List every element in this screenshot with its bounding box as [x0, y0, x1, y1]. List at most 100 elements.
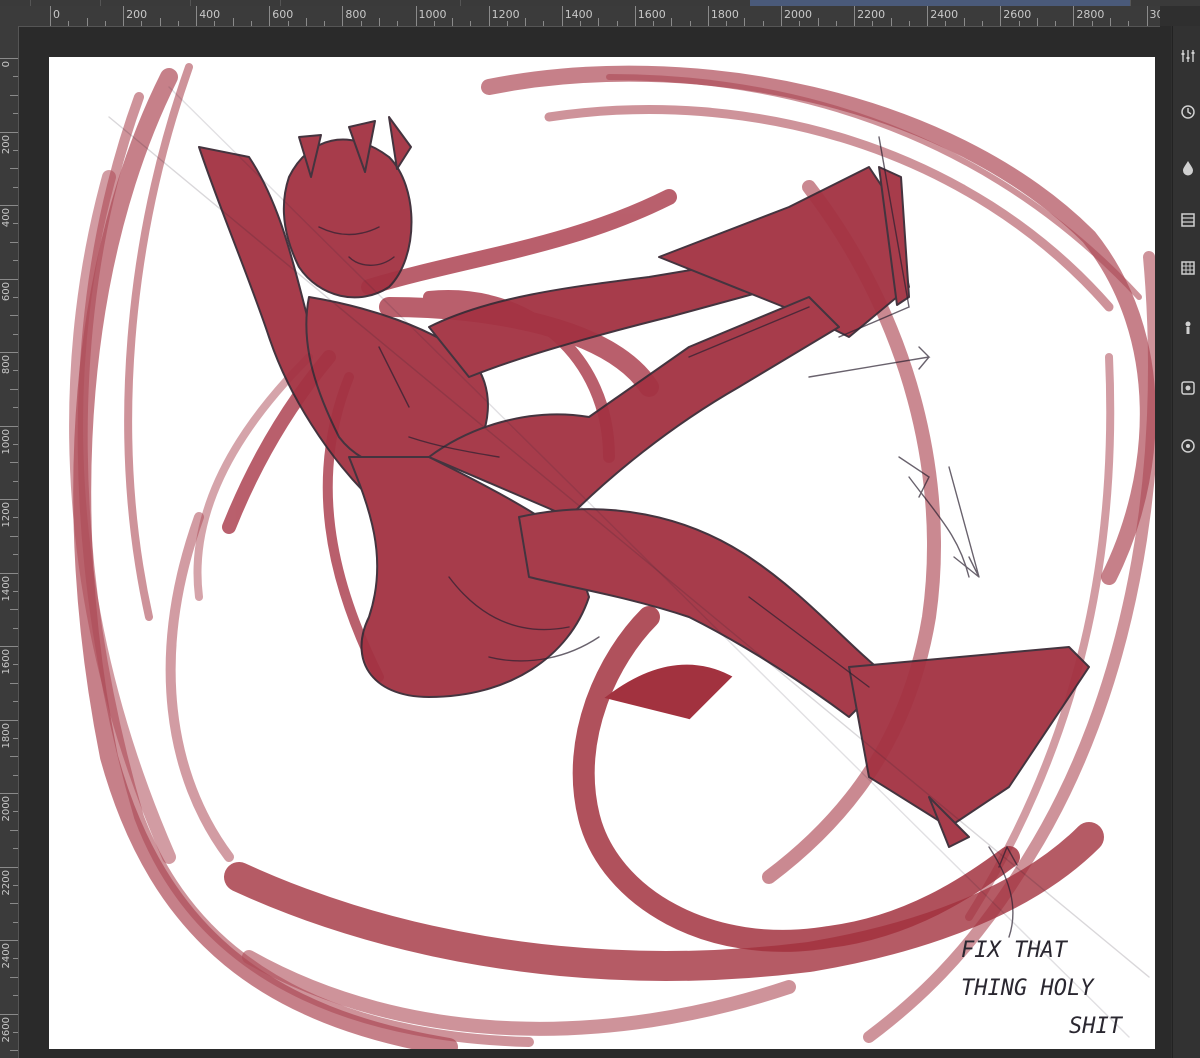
ruler-minor-tick — [744, 18, 746, 26]
layers-icon[interactable] — [1178, 210, 1198, 230]
ruler-minor-tick — [378, 18, 380, 26]
ruler-label: 0 — [53, 8, 60, 21]
ruler-minor-tick — [13, 333, 18, 335]
ruler-label: 600 — [272, 8, 294, 21]
sliders-icon[interactable] — [1178, 46, 1198, 66]
ruler-label: 1400 — [1, 575, 12, 601]
ruler-label: 2600 — [1003, 8, 1032, 21]
history-icon[interactable] — [1178, 102, 1198, 122]
ruler-minor-tick — [10, 976, 18, 978]
ruler-major-tick — [0, 352, 18, 353]
ruler-label: 2400 — [1, 943, 12, 969]
canvas-paper[interactable]: FIX THAT THING HOLY SHIT — [49, 57, 1155, 1049]
ruler-minor-tick — [13, 186, 18, 188]
ruler-label: 1200 — [1, 502, 12, 528]
ruler-label: 200 — [126, 8, 148, 21]
ruler-label: 400 — [1, 208, 12, 228]
ruler-minor-tick — [598, 18, 600, 26]
canvas-viewport[interactable]: FIX THAT THING HOLY SHIT — [19, 27, 1171, 1058]
ruler-major-tick — [0, 499, 18, 500]
ruler-label: 200 — [1, 134, 12, 154]
annotation-text: FIX THAT THING HOLY SHIT — [961, 938, 1124, 1039]
ruler-minor-tick — [13, 1031, 18, 1033]
ruler-minor-tick — [762, 21, 764, 26]
brush-preset-icon[interactable] — [1178, 318, 1198, 338]
ruler-major-tick — [781, 6, 782, 26]
ruler-minor-tick — [13, 370, 18, 372]
annotation-line-2: THING HOLY — [961, 976, 1095, 1001]
ruler-minor-tick — [10, 829, 18, 831]
color-drop-icon[interactable] — [1178, 158, 1198, 178]
ruler-major-tick — [854, 6, 856, 26]
ruler-label: 800 — [1, 355, 12, 375]
ruler-label: 1600 — [637, 8, 666, 21]
ruler-minor-tick — [360, 21, 362, 26]
ruler-minor-tick — [324, 21, 326, 26]
ruler-minor-tick — [1018, 21, 1020, 26]
ruler-minor-tick — [653, 21, 655, 26]
vertical-ruler[interactable]: 0 200 400 600 800 1000 1200 1400 1600 1800 2000 220… — [0, 26, 19, 1058]
ruler-major-tick — [0, 793, 18, 794]
ruler-minor-tick — [963, 18, 965, 26]
annotation-line-1: FIX THAT — [961, 938, 1069, 963]
ruler-minor-tick — [13, 664, 18, 666]
ruler-minor-tick — [13, 884, 18, 886]
ruler-minor-tick — [10, 241, 18, 243]
ruler-minor-tick — [506, 21, 508, 26]
ruler-major-tick — [0, 719, 18, 721]
ruler-minor-tick — [799, 21, 801, 26]
ruler-major-tick — [0, 866, 18, 868]
ruler-minor-tick — [13, 627, 18, 629]
ruler-label: 2200 — [1, 869, 12, 895]
ruler-minor-tick — [159, 18, 161, 26]
ruler-minor-tick — [305, 18, 307, 26]
ruler-minor-tick — [1055, 21, 1057, 26]
ruler-minor-tick — [470, 21, 472, 26]
ruler-minor-tick — [13, 443, 18, 445]
ruler-minor-tick — [726, 21, 728, 26]
grid-icon[interactable] — [1178, 258, 1198, 278]
ruler-label: 1000 — [418, 8, 447, 21]
ruler-minor-tick — [13, 517, 18, 519]
ruler-minor-tick — [10, 168, 18, 170]
ruler-minor-tick — [872, 21, 874, 26]
ruler-minor-tick — [10, 535, 18, 537]
horizontal-ruler[interactable]: 0 200 400 600 800 1000 1200 1400 1600 1800 2000 220… — [18, 6, 1160, 27]
right-docker-strip — [1172, 26, 1200, 1058]
canvas-vertical-scrollbar[interactable] — [1160, 26, 1171, 1058]
overview-icon[interactable] — [1178, 436, 1198, 456]
ruler-minor-tick — [13, 223, 18, 225]
ruler-minor-tick — [13, 848, 18, 850]
ruler-minor-tick — [10, 756, 18, 758]
ruler-minor-tick — [13, 737, 18, 739]
ruler-major-tick — [0, 646, 18, 647]
ruler-minor-tick — [13, 407, 18, 409]
sketch-artwork: FIX THAT THING HOLY SHIT — [69, 63, 1155, 1049]
ruler-minor-tick — [68, 21, 70, 26]
transform-icon[interactable] — [1178, 378, 1198, 398]
ruler-minor-tick — [10, 94, 18, 96]
ruler-minor-tick — [890, 18, 892, 26]
ruler-major-tick — [707, 6, 709, 26]
ruler-minor-tick — [579, 21, 581, 26]
ruler-minor-tick — [232, 18, 234, 26]
ruler-minor-tick — [689, 21, 691, 26]
ruler-minor-tick — [86, 18, 88, 26]
ruler-minor-tick — [433, 21, 435, 26]
ruler-minor-tick — [13, 701, 18, 703]
krita-window: 0 200 400 600 800 1000 1200 1400 1600 1800 2000 220… — [0, 0, 1200, 1058]
ruler-minor-tick — [616, 21, 618, 26]
ruler-major-tick — [0, 1013, 18, 1015]
ruler-label: 0 — [1, 61, 12, 68]
ruler-minor-tick — [13, 554, 18, 556]
ruler-label: 2400 — [930, 8, 959, 21]
ruler-minor-tick — [543, 21, 545, 26]
ruler-minor-tick — [13, 480, 18, 482]
ruler-major-tick — [634, 6, 636, 26]
ruler-major-tick — [50, 6, 51, 26]
ruler-minor-tick — [10, 462, 18, 464]
ruler-minor-tick — [908, 21, 910, 26]
ruler-label: 1600 — [1, 649, 12, 675]
ruler-major-tick — [0, 58, 18, 59]
ruler-minor-tick — [10, 903, 18, 905]
